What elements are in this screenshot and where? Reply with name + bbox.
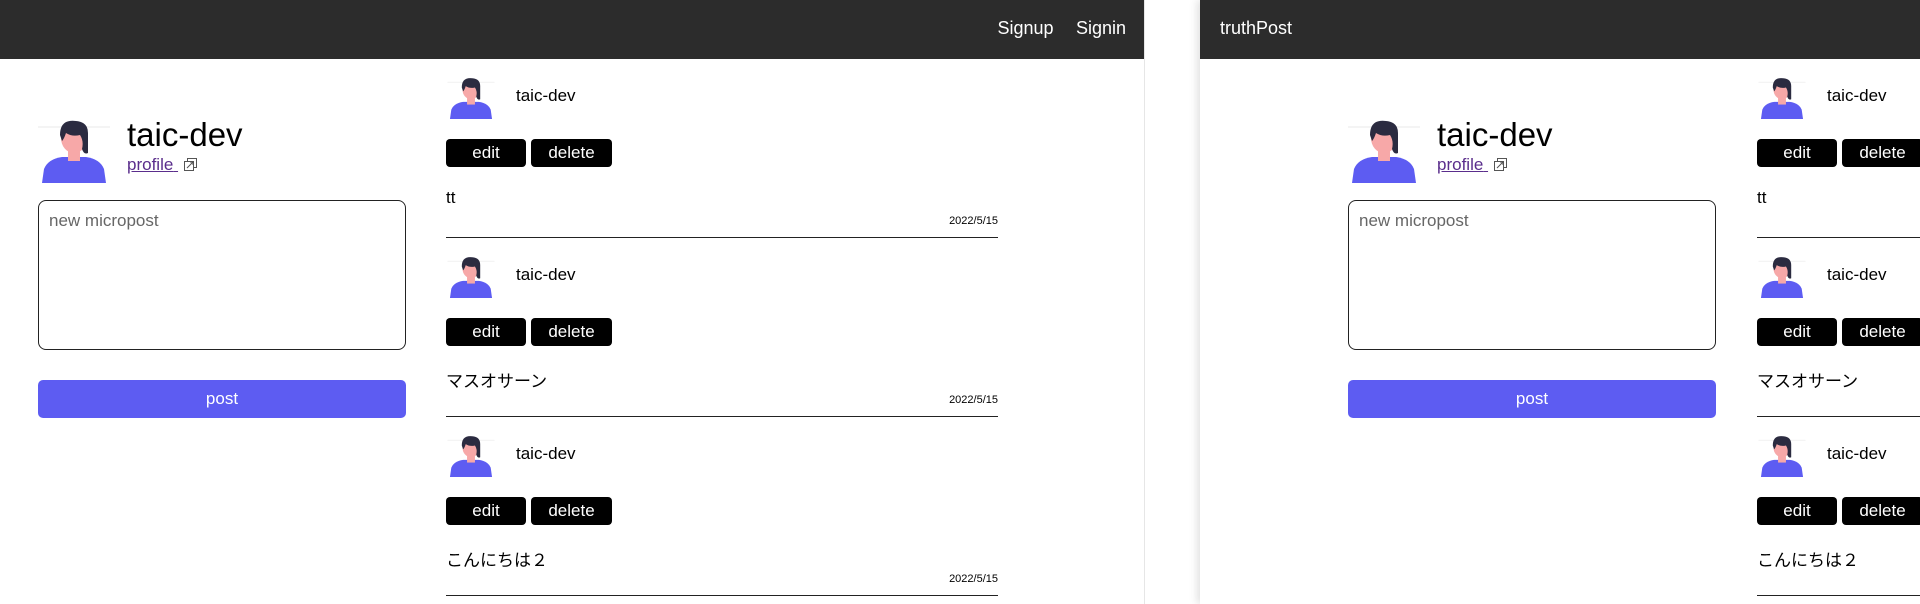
brand-logo[interactable]: truthPost [1220, 18, 1292, 39]
post-content: tt [446, 188, 456, 207]
post-item: taic-dev edit delete こんにちは２ [1757, 427, 1920, 604]
post-content: マスオサーン [1757, 372, 1859, 391]
post-actions: edit delete [1757, 318, 1920, 346]
post-divider [1757, 595, 1920, 596]
edit-button[interactable]: edit [446, 139, 526, 167]
right-window: truthPost taic-dev profile post taic-dev… [1200, 0, 1920, 604]
post-actions: edit delete [446, 139, 617, 167]
post-date: 2022/5/15 [949, 573, 998, 585]
user-avatar-icon [446, 431, 496, 477]
edit-button[interactable]: edit [1757, 139, 1837, 167]
user-avatar-icon [1757, 252, 1807, 298]
signup-link[interactable]: Signup [997, 18, 1053, 38]
post-item: taic-dev edit delete tt 2022/5/15 [446, 69, 998, 248]
delete-button[interactable]: delete [1842, 139, 1920, 167]
micropost-input[interactable] [1348, 200, 1716, 350]
post-content: マスオサーン [446, 372, 548, 391]
post-content: こんにちは２ [446, 551, 548, 570]
edit-button[interactable]: edit [446, 318, 526, 346]
post-username: taic-dev [516, 444, 576, 463]
external-link-icon [184, 158, 198, 171]
navbar: Signup Signin [0, 0, 1144, 59]
post-date: 2022/5/15 [949, 394, 998, 406]
post-content: tt [1757, 188, 1767, 207]
external-link-icon [1494, 158, 1508, 171]
profile-username: taic-dev [1437, 116, 1553, 153]
post-item: taic-dev edit delete こんにちは２ 2022/5/15 [446, 427, 998, 604]
post-button[interactable]: post [38, 380, 406, 418]
delete-button[interactable]: delete [1842, 497, 1920, 525]
post-item: taic-dev edit delete マスオサーン [1757, 248, 1920, 427]
profile-link-label: profile [127, 155, 174, 174]
user-avatar-icon [38, 113, 110, 183]
edit-button[interactable]: edit [1757, 497, 1837, 525]
post-actions: edit delete [446, 497, 617, 525]
window-gap [1144, 0, 1201, 604]
post-divider [446, 595, 998, 596]
user-avatar-icon [446, 73, 496, 119]
navbar: truthPost [1200, 0, 1920, 59]
post-username: taic-dev [1827, 444, 1887, 463]
micropost-input[interactable] [38, 200, 406, 350]
post-divider [446, 416, 998, 417]
post-divider [1757, 416, 1920, 417]
user-avatar-icon [1348, 113, 1420, 183]
post-divider [1757, 237, 1920, 238]
left-window: Signup Signin taic-dev profile post taic… [0, 0, 1144, 604]
post-username: taic-dev [516, 265, 576, 284]
post-username: taic-dev [516, 86, 576, 105]
post-actions: edit delete [446, 318, 617, 346]
post-username: taic-dev [1827, 265, 1887, 284]
post-button[interactable]: post [1348, 380, 1716, 418]
micropost-feed: taic-dev edit delete tt 2022/5/15 taic-de… [446, 69, 998, 604]
profile-header: taic-dev profile [1348, 113, 1748, 183]
user-avatar-icon [1757, 73, 1807, 119]
profile-link[interactable]: profile [1437, 155, 1508, 175]
user-avatar-icon [446, 252, 496, 298]
post-username: taic-dev [1827, 86, 1887, 105]
post-item: taic-dev edit delete マスオサーン 2022/5/15 [446, 248, 998, 427]
post-content: こんにちは２ [1757, 551, 1859, 570]
nav-links: Signup Signin [979, 18, 1126, 39]
profile-header: taic-dev profile [38, 113, 438, 183]
micropost-feed: taic-dev edit delete tt taic-dev edit dele… [1757, 69, 1920, 604]
delete-button[interactable]: delete [531, 497, 612, 525]
user-avatar-icon [1757, 431, 1807, 477]
post-actions: edit delete [1757, 139, 1920, 167]
post-divider [446, 237, 998, 238]
signin-link[interactable]: Signin [1076, 18, 1126, 38]
post-actions: edit delete [1757, 497, 1920, 525]
post-item: taic-dev edit delete tt [1757, 69, 1920, 248]
profile-username: taic-dev [127, 116, 243, 153]
delete-button[interactable]: delete [531, 318, 612, 346]
post-date: 2022/5/15 [949, 215, 998, 227]
profile-link[interactable]: profile [127, 155, 198, 175]
delete-button[interactable]: delete [531, 139, 612, 167]
edit-button[interactable]: edit [446, 497, 526, 525]
profile-link-label: profile [1437, 155, 1484, 174]
edit-button[interactable]: edit [1757, 318, 1837, 346]
delete-button[interactable]: delete [1842, 318, 1920, 346]
